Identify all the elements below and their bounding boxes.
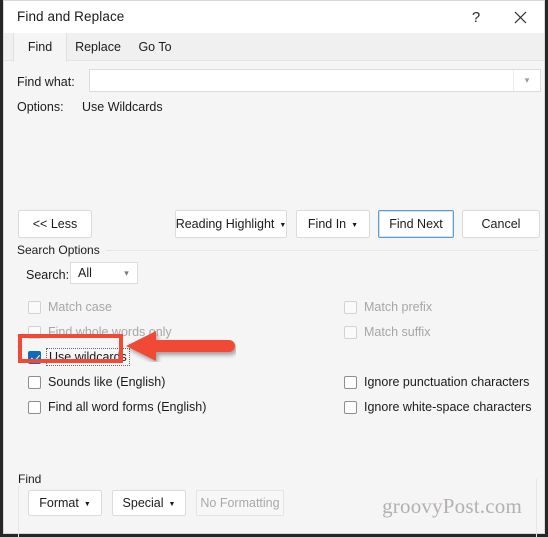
chevron-down-icon[interactable]: ▾: [513, 70, 540, 91]
find-next-label: Find Next: [389, 217, 443, 231]
search-label: Search:: [26, 268, 70, 282]
caret-down-icon: ▼: [83, 500, 91, 508]
cancel-button[interactable]: Cancel: [462, 210, 540, 238]
find-what-input[interactable]: [90, 70, 513, 91]
checkbox-box: [28, 300, 41, 314]
tab-find-label: Find: [27, 40, 53, 54]
checkbox-match-prefix[interactable]: Match prefix: [344, 298, 432, 316]
checkbox-find-whole-words-only-label: Find whole words only: [48, 325, 172, 339]
format-button-label: Format: [39, 496, 79, 510]
reading-highlight-label: Reading Highlight: [175, 217, 275, 231]
checkbox-box: [28, 400, 41, 414]
search-options-group-label: Search Options: [17, 243, 106, 257]
cancel-label: Cancel: [481, 217, 521, 231]
dialog-titlebar: Find and Replace ?: [4, 1, 544, 33]
tab-find[interactable]: Find: [13, 33, 67, 62]
reading-highlight-button[interactable]: Reading Highlight ▼: [175, 210, 287, 238]
dialog-body: Find what: ▾ Options: Use Wildcards << L…: [4, 62, 544, 537]
checkbox-find-all-word-forms[interactable]: Find all word forms (English): [28, 398, 206, 416]
checkbox-ignore-white-space-label: Ignore white-space characters: [364, 400, 532, 414]
no-formatting-label: No Formatting: [200, 496, 280, 510]
checkbox-find-all-word-forms-label: Find all word forms (English): [48, 400, 207, 414]
dialog-tabstrip: Find Replace Go To: [4, 33, 544, 62]
checkbox-match-case[interactable]: Match case: [28, 298, 112, 316]
chevron-down-icon[interactable]: ▾: [116, 268, 137, 279]
find-group-label: Find: [18, 472, 48, 486]
checkbox-box: [344, 325, 357, 339]
caret-down-icon: ▼: [279, 221, 287, 229]
caret-down-icon: ▼: [168, 500, 176, 508]
search-scope-value: All: [78, 266, 92, 280]
checkbox-box-checked: [28, 350, 41, 364]
special-button[interactable]: Special ▼: [112, 490, 186, 516]
find-what-combobox[interactable]: ▾: [89, 69, 541, 92]
special-button-label: Special: [122, 496, 164, 510]
caret-down-icon: ▼: [351, 221, 359, 229]
checkbox-box: [28, 375, 41, 389]
close-icon[interactable]: [498, 1, 542, 33]
search-scope-select[interactable]: All ▾: [70, 262, 138, 284]
format-button[interactable]: Format ▼: [28, 490, 102, 516]
no-formatting-button[interactable]: No Formatting: [196, 490, 284, 516]
tab-go-to-label: Go To: [138, 40, 172, 54]
checkbox-ignore-punctuation-characters[interactable]: Ignore punctuation characters: [344, 373, 529, 391]
less-button[interactable]: << Less: [18, 210, 92, 238]
checkbox-use-wildcards[interactable]: Use wildcards: [28, 348, 130, 366]
find-in-button[interactable]: Find In ▼: [296, 210, 370, 238]
checkbox-sounds-like[interactable]: Sounds like (English): [28, 373, 165, 391]
checkbox-box: [344, 400, 357, 414]
checkbox-use-wildcards-label: Use wildcards: [46, 348, 130, 366]
help-icon[interactable]: ?: [454, 1, 498, 33]
checkbox-box: [344, 375, 357, 389]
checkbox-box: [28, 325, 41, 339]
checkbox-box: [344, 300, 357, 314]
options-label: Options:: [17, 100, 64, 114]
find-in-label: Find In: [307, 217, 347, 231]
checkbox-match-suffix-label: Match suffix: [364, 325, 431, 339]
tab-replace-label: Replace: [75, 40, 121, 54]
checkbox-match-prefix-label: Match prefix: [364, 300, 433, 314]
find-next-button[interactable]: Find Next: [378, 210, 454, 238]
checkbox-ignore-white-space-characters[interactable]: Ignore white-space characters: [344, 398, 531, 416]
screenshot-root: Find and Replace ? Find Replace Go To Fi…: [0, 0, 548, 537]
find-and-replace-dialog: Find and Replace ? Find Replace Go To Fi…: [3, 0, 545, 537]
tab-replace[interactable]: Replace: [67, 33, 129, 61]
checkbox-find-whole-words-only[interactable]: Find whole words only: [28, 323, 172, 341]
checkbox-match-case-label: Match case: [48, 300, 112, 314]
watermark: groovyPost.com: [382, 494, 522, 518]
less-button-label: << Less: [32, 217, 78, 231]
tab-go-to[interactable]: Go To: [129, 33, 181, 61]
checkbox-ignore-punctuation-label: Ignore punctuation characters: [364, 375, 530, 389]
checkbox-match-suffix[interactable]: Match suffix: [344, 323, 430, 341]
checkbox-sounds-like-label: Sounds like (English): [48, 375, 166, 389]
dialog-title: Find and Replace: [17, 9, 125, 24]
find-what-label: Find what:: [17, 75, 75, 89]
options-value: Use Wildcards: [82, 100, 163, 114]
